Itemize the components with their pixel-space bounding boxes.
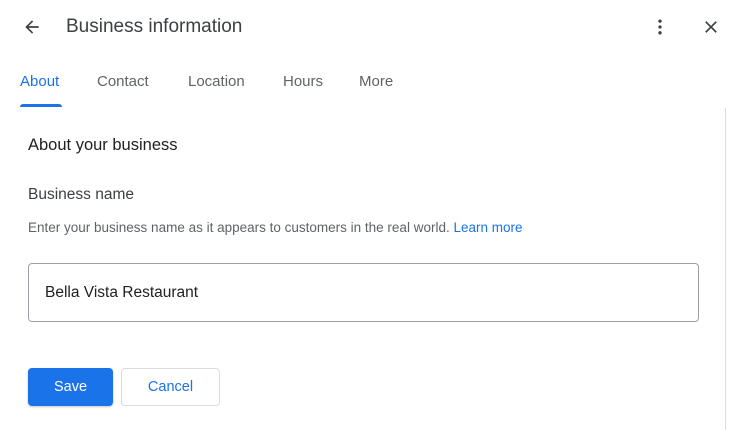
cancel-button[interactable]: Cancel <box>121 368 220 406</box>
more-options-button[interactable] <box>644 11 676 43</box>
arrow-back-icon <box>25 20 39 34</box>
tab-hours[interactable]: Hours <box>283 72 323 92</box>
tab-bar: About Contact Location Hours More <box>0 60 730 108</box>
close-button[interactable] <box>695 11 727 43</box>
page-title: Business information <box>66 16 243 37</box>
tab-contact[interactable]: Contact <box>97 72 149 92</box>
business-name-label: Business name <box>28 186 134 203</box>
close-icon <box>705 21 717 33</box>
business-name-help-text: Enter your business name as it appears t… <box>28 219 523 237</box>
tab-location[interactable]: Location <box>188 72 245 92</box>
back-button[interactable] <box>16 11 48 43</box>
section-heading: About your business <box>28 136 178 154</box>
about-section: About your business Business name Enter … <box>0 108 726 430</box>
save-button[interactable]: Save <box>28 368 113 406</box>
active-tab-indicator <box>20 104 62 107</box>
help-text: Enter your business name as it appears t… <box>28 220 454 235</box>
business-name-input[interactable] <box>28 263 699 322</box>
tab-about[interactable]: About <box>20 72 59 92</box>
panel-header: Business information <box>0 0 730 56</box>
business-information-panel: Business information About Contact Locat… <box>0 0 730 430</box>
learn-more-link[interactable]: Learn more <box>453 220 522 235</box>
more-vert-icon <box>658 19 662 35</box>
tab-more[interactable]: More <box>359 72 393 92</box>
